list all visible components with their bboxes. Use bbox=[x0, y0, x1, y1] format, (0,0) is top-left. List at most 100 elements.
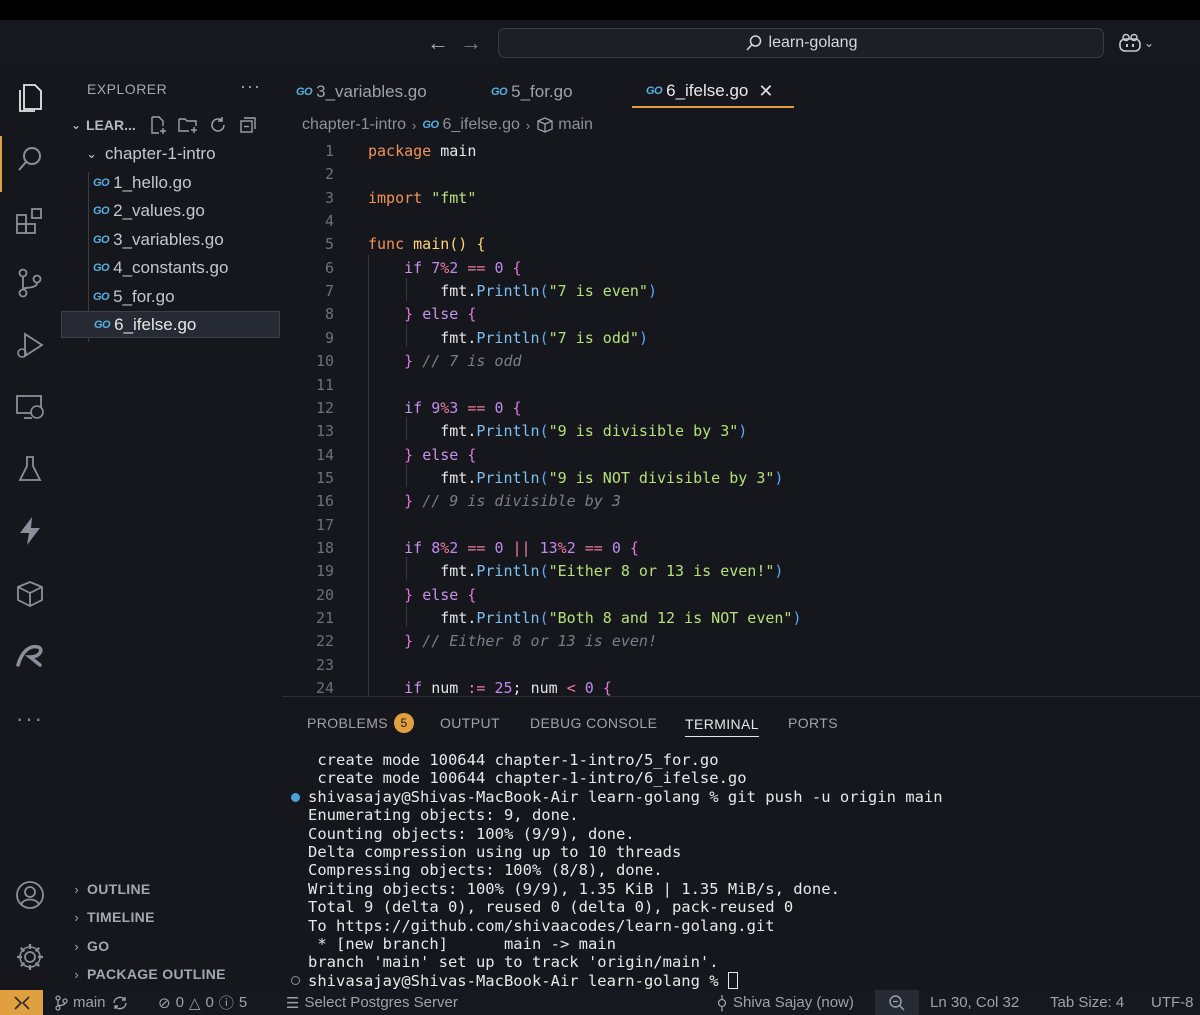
code-line[interactable]: 12 if 9%3 == 0 { bbox=[282, 397, 1200, 420]
code-line[interactable]: 4 bbox=[282, 210, 1200, 233]
code-line[interactable]: 23 bbox=[282, 654, 1200, 677]
section-go[interactable]: › GO bbox=[60, 934, 282, 958]
tab-ports[interactable]: PORTS bbox=[788, 711, 838, 735]
command-success-dot[interactable] bbox=[291, 792, 300, 802]
zoom-button[interactable] bbox=[875, 990, 919, 1015]
breadcrumb-file[interactable]: 6_ifelse.go bbox=[443, 116, 520, 134]
folder-chapter-1-intro[interactable]: ⌄ chapter-1-intro bbox=[60, 140, 282, 167]
testing-flask-icon[interactable] bbox=[0, 446, 60, 492]
refresh-icon[interactable] bbox=[208, 114, 228, 136]
source-control-icon[interactable] bbox=[0, 260, 60, 306]
file-item[interactable]: GO 1_hello.go bbox=[60, 169, 282, 196]
extensions-icon[interactable] bbox=[0, 198, 60, 244]
encoding[interactable]: UTF-8 bbox=[1151, 990, 1194, 1015]
postgres-label: Select Postgres Server bbox=[304, 994, 458, 1011]
code-token: % bbox=[440, 258, 450, 277]
search-icon[interactable] bbox=[0, 136, 60, 182]
tab-6-ifelse[interactable]: GO 6_ifelse.go ✕ bbox=[632, 76, 794, 108]
code-line[interactable]: 11 bbox=[282, 374, 1200, 397]
tab-debug-console[interactable]: DEBUG CONSOLE bbox=[530, 711, 657, 735]
code-token: == bbox=[584, 538, 603, 557]
remote-explorer-icon[interactable] bbox=[0, 384, 60, 430]
forward-arrow-icon[interactable]: → bbox=[459, 30, 483, 56]
extension-logo-icon[interactable] bbox=[0, 632, 60, 678]
code-line[interactable]: 8 } else { bbox=[282, 303, 1200, 326]
code-line[interactable]: 7 fmt.Println("7 is even") bbox=[282, 280, 1200, 303]
code-line[interactable]: 13 fmt.Println("9 is divisible by 3") bbox=[282, 420, 1200, 443]
code-line[interactable]: 5 func main() { bbox=[282, 233, 1200, 256]
code-line[interactable]: 14 } else { bbox=[282, 444, 1200, 467]
code-line[interactable]: 6 if 7%2 == 0 { bbox=[282, 257, 1200, 280]
code-line[interactable]: 20 } else { bbox=[282, 584, 1200, 607]
explorer-icon[interactable] bbox=[0, 74, 60, 120]
more-icon[interactable]: ··· bbox=[0, 696, 60, 742]
code-token: num bbox=[431, 679, 459, 696]
code-line[interactable]: 19 fmt.Println("Either 8 or 13 is even!"… bbox=[282, 560, 1200, 583]
run-debug-icon[interactable] bbox=[0, 322, 60, 368]
tab-terminal[interactable]: TERMINAL bbox=[685, 711, 759, 737]
code-line[interactable]: 18 if 8%2 == 0 || 13%2 == 0 { bbox=[282, 537, 1200, 560]
file-item-selected[interactable]: GO 6_ifelse.go bbox=[61, 311, 280, 338]
section-timeline[interactable]: › TIMELINE bbox=[60, 905, 282, 929]
breadcrumb-folder[interactable]: chapter-1-intro bbox=[302, 116, 406, 134]
gear-icon[interactable] bbox=[0, 934, 60, 980]
problems-indicator[interactable]: ⊘ 0 △ 0 ⓘ 5 bbox=[158, 990, 247, 1015]
close-icon[interactable]: ✕ bbox=[758, 81, 773, 102]
section-outline[interactable]: › OUTLINE bbox=[60, 877, 282, 901]
workspace-root-folder[interactable]: ⌄ LEAR... bbox=[66, 114, 136, 136]
command-center-search[interactable]: learn-golang bbox=[498, 28, 1104, 58]
code-token: 2 bbox=[566, 538, 576, 557]
code-line[interactable]: 1 package main bbox=[282, 140, 1200, 163]
terminal-output[interactable]: create mode 100644 chapter-1-intro/5_for… bbox=[282, 751, 1200, 991]
code-line[interactable]: 16 } // 9 is divisible by 3 bbox=[282, 490, 1200, 513]
file-item[interactable]: GO 3_variables.go bbox=[60, 226, 282, 253]
new-folder-icon[interactable] bbox=[178, 114, 198, 136]
account-icon[interactable] bbox=[0, 872, 60, 918]
code-line[interactable]: 3 import "fmt" bbox=[282, 187, 1200, 210]
new-file-icon[interactable] bbox=[148, 114, 168, 136]
collapse-all-icon[interactable] bbox=[238, 114, 258, 136]
code-editor[interactable]: 1 package main 2 3 import "fmt" 4 5 func main()… bbox=[282, 140, 1200, 696]
remote-indicator[interactable] bbox=[0, 990, 43, 1015]
tab-5-for[interactable]: GO 5_for.go bbox=[491, 76, 573, 108]
code-text: } else { bbox=[368, 584, 476, 607]
code-line[interactable]: 21 fmt.Println("Both 8 and 12 is NOT eve… bbox=[282, 607, 1200, 630]
code-line[interactable]: 15 fmt.Println("9 is NOT divisible by 3"… bbox=[282, 467, 1200, 490]
tab-size[interactable]: Tab Size: 4 bbox=[1050, 990, 1124, 1015]
postgres-server-select[interactable]: ☰ Select Postgres Server bbox=[286, 990, 458, 1015]
cursor-position[interactable]: Ln 30, Col 32 bbox=[930, 990, 1019, 1015]
code-token: main bbox=[413, 235, 450, 254]
command-pending-dot[interactable] bbox=[291, 976, 300, 985]
tab-label: 3_variables.go bbox=[316, 82, 427, 101]
tab-3-variables[interactable]: GO 3_variables.go bbox=[296, 76, 427, 108]
explorer-more-button[interactable]: ··· bbox=[240, 76, 261, 97]
package-icon[interactable] bbox=[0, 570, 60, 616]
lightning-icon[interactable] bbox=[0, 508, 60, 554]
breadcrumb-symbol[interactable]: main bbox=[558, 116, 593, 134]
code-line[interactable]: 10 } // 7 is odd bbox=[282, 350, 1200, 373]
section-package-outline[interactable]: › PACKAGE OUTLINE bbox=[60, 962, 282, 986]
file-item[interactable]: GO 5_for.go bbox=[60, 283, 282, 310]
back-arrow-icon[interactable]: ← bbox=[426, 30, 450, 56]
code-token: // Either 8 or 13 is even! bbox=[422, 632, 657, 651]
branch-indicator[interactable]: main bbox=[54, 990, 129, 1015]
code-line[interactable]: 17 bbox=[282, 514, 1200, 537]
tab-label: OUTPUT bbox=[440, 715, 500, 731]
git-blame-indicator[interactable]: Shiva Sajay (now) bbox=[716, 990, 854, 1015]
file-item[interactable]: GO 4_constants.go bbox=[60, 254, 282, 281]
copilot-menu[interactable]: ⌄ bbox=[1118, 30, 1160, 56]
file-item[interactable]: GO 2_values.go bbox=[60, 197, 282, 224]
terminal-line: * [new branch] main -> main bbox=[308, 935, 616, 953]
terminal-line: Delta compression using up to 10 threads bbox=[308, 843, 682, 861]
tab-problems[interactable]: PROBLEMS 5 bbox=[307, 711, 414, 735]
code-token: } bbox=[404, 445, 414, 464]
code-line[interactable]: 22 } // Either 8 or 13 is even! bbox=[282, 630, 1200, 653]
code-line[interactable]: 2 bbox=[282, 163, 1200, 186]
tab-output[interactable]: OUTPUT bbox=[440, 711, 500, 735]
code-line[interactable]: 9 fmt.Println("7 is odd") bbox=[282, 327, 1200, 350]
code-line[interactable]: 24 if num := 25; num < 0 { bbox=[282, 677, 1200, 696]
